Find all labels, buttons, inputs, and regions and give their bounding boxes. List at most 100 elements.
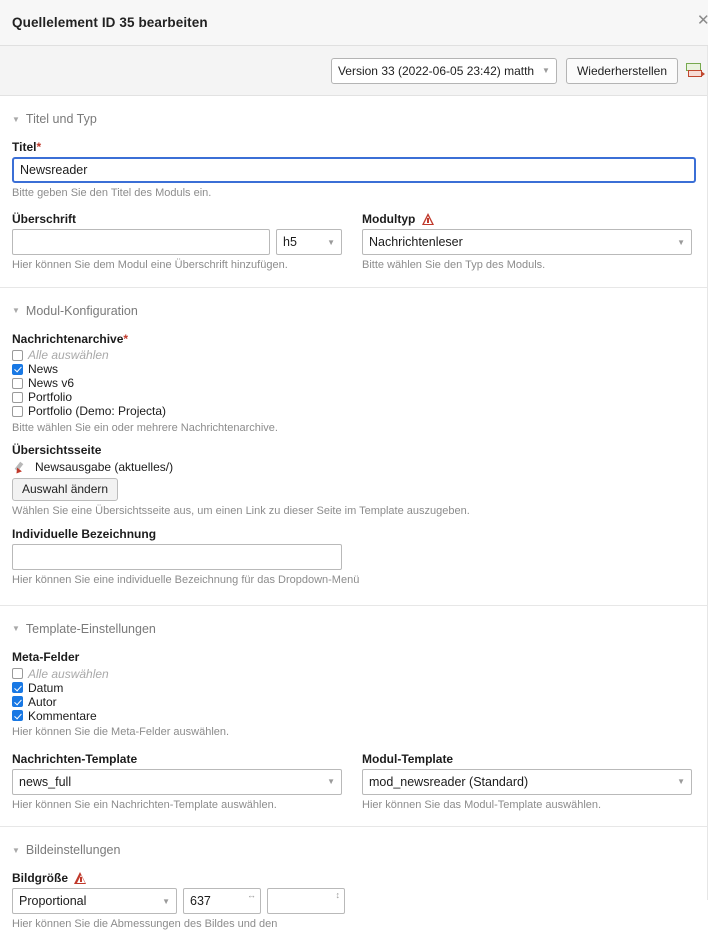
section-legend-modul-konfiguration[interactable]: ▼ Modul-Konfiguration <box>12 288 696 324</box>
bildgroesse-width-input[interactable] <box>183 888 261 915</box>
section-legend-label: Bildeinstellungen <box>25 843 121 858</box>
section-modul-konfiguration: ▼ Modul-Konfiguration Nachrichtenarchive… <box>0 288 708 606</box>
chevron-down-icon: ▼ <box>12 306 20 316</box>
bildgroesse-height-wrap: ↕ <box>267 888 345 915</box>
close-icon[interactable]: ✕ <box>697 14 708 28</box>
section-legend-label: Titel und Typ <box>25 112 97 126</box>
chevron-down-icon: ▼ <box>327 237 335 247</box>
individuelle-bezeichnung-label: Individuelle Bezeichnung <box>12 526 157 541</box>
required-marker: * <box>36 140 42 154</box>
bildgroesse-height-input[interactable] <box>267 888 345 915</box>
list-item-label: Kommentare <box>28 708 97 723</box>
list-item[interactable]: Autor <box>12 695 696 709</box>
section-legend-label: Modul-Konfiguration <box>25 303 138 318</box>
restore-version-button[interactable]: Wiederherstellen <box>565 57 678 84</box>
ueberschrift-tag-select[interactable]: h5 ▼ <box>276 229 342 256</box>
nachrichtenarchive-checkbox-list: Alle auswählen News News v6 Portfolio Po… <box>12 348 696 419</box>
checkbox-unchecked-icon[interactable] <box>12 349 23 361</box>
titel-label: Titel* <box>12 140 696 154</box>
change-selection-button[interactable]: Auswahl ändern <box>12 478 119 502</box>
chevron-down-icon: ▼ <box>162 896 170 906</box>
checkbox-checked-icon[interactable] <box>12 710 23 722</box>
window-title: Quellelement ID 35 bearbeiten <box>12 15 208 30</box>
bildgroesse-inputs: Proportional ▼ ↔ ↕ <box>12 888 696 915</box>
list-item[interactable]: Alle auswählen <box>12 667 696 681</box>
ueberschrift-input[interactable] <box>12 229 270 256</box>
list-item[interactable]: News v6 <box>12 376 696 390</box>
section-legend-label: Template-Einstellungen <box>25 621 156 636</box>
uebersichtsseite-help: Wählen Sie eine Übersichtsseite aus, um … <box>12 505 470 518</box>
list-item[interactable]: Alle auswählen <box>12 348 696 363</box>
list-item-label: Datum <box>28 680 64 695</box>
ueberschrift-label: Überschrift <box>12 212 77 227</box>
checkbox-unchecked-icon[interactable] <box>12 668 23 680</box>
titel-help: Bitte geben Sie den Titel des Moduls ein… <box>12 187 212 199</box>
meta-felder-label: Meta-Felder <box>12 649 80 664</box>
section-legend-template-einstellungen[interactable]: ▼ Template-Einstellungen <box>12 606 696 642</box>
list-item[interactable]: Portfolio <box>12 390 696 405</box>
list-item[interactable]: News <box>12 362 696 376</box>
checkbox-checked-icon[interactable] <box>12 696 23 708</box>
checkbox-checked-icon[interactable] <box>12 363 23 375</box>
ueberschrift-tag-value: h5 <box>283 235 297 250</box>
chevron-down-icon: ▼ <box>542 66 550 75</box>
pencil-icon <box>14 461 27 476</box>
ueberschrift-help: Hier können Sie dem Modul eine Überschri… <box>12 259 288 272</box>
titel-input[interactable] <box>12 157 696 183</box>
nachrichtenarchive-label: Nachrichtenarchive* <box>12 332 696 346</box>
nachrichten-template-help: Hier können Sie ein Nachrichten-Template… <box>12 798 277 811</box>
section-legend-bildeinstellungen[interactable]: ▼ Bildeinstellungen <box>12 827 696 863</box>
compare-versions-icon[interactable] <box>686 63 705 78</box>
uebersichtsseite-label: Übersichtsseite <box>12 443 102 458</box>
bildgroesse-mode-value: Proportional <box>19 894 87 909</box>
list-item-label: Portfolio <box>28 390 73 405</box>
section-bildeinstellungen: ▼ Bildeinstellungen Bildgröße Proportion… <box>0 827 708 931</box>
modultyp-select[interactable]: Nachrichtenleser ▼ <box>362 229 692 256</box>
checkbox-unchecked-icon[interactable] <box>12 405 23 417</box>
meta-felder-checkbox-list: Alle auswählen Datum Autor Kommentare <box>12 667 696 723</box>
warning-triangle-icon <box>421 213 435 226</box>
chevron-down-icon: ▼ <box>12 624 20 634</box>
version-select[interactable]: Version 33 (2022-06-05 23:42) matth ▼ <box>330 57 557 84</box>
field-uebersichtsseite: Übersichtsseite Newsausgabe (aktuelles/)… <box>12 443 696 518</box>
uebersichtsseite-selected-page: Newsausgabe (aktuelles/) <box>14 460 696 476</box>
list-item[interactable]: Portfolio (Demo: Projecta) <box>12 404 696 419</box>
individuelle-bezeichnung-input[interactable] <box>12 543 342 570</box>
nachrichtenarchive-help: Bitte wählen Sie ein oder mehrere Nachri… <box>12 422 278 435</box>
field-nachrichten-template: Nachrichten-Template news_full ▼ Hier kö… <box>12 744 342 812</box>
modultyp-help: Bitte wählen Sie den Typ des Moduls. <box>362 259 546 272</box>
field-ueberschrift: Überschrift h5 ▼ Hier können Sie dem Mod… <box>12 204 342 272</box>
nachrichten-template-select[interactable]: news_full ▼ <box>12 768 342 795</box>
section-legend-titel-und-typ[interactable]: ▼ Titel und Typ <box>12 96 696 132</box>
window-titlebar: Quellelement ID 35 bearbeiten ✕ <box>0 0 708 46</box>
modultyp-label: Modultyp <box>362 212 692 226</box>
modul-template-value: mod_newsreader (Standard) <box>369 774 529 789</box>
chevron-down-icon: ▼ <box>12 114 20 124</box>
warning-triangle-icon <box>74 872 87 885</box>
modul-template-help: Hier können Sie das Modul-Template auswä… <box>362 798 602 811</box>
list-item[interactable]: Kommentare <box>12 709 696 723</box>
modul-template-select[interactable]: mod_newsreader (Standard) ▼ <box>362 768 692 795</box>
bildgroesse-label-text: Bildgröße <box>12 871 68 886</box>
row-templates: Nachrichten-Template news_full ▼ Hier kö… <box>12 744 696 812</box>
chevron-down-icon: ▼ <box>327 777 335 787</box>
checkbox-unchecked-icon[interactable] <box>12 391 23 403</box>
titel-label-text: Titel <box>12 140 37 154</box>
list-item-label: Alle auswählen <box>28 348 109 363</box>
list-item-label: Alle auswählen <box>28 666 109 681</box>
checkbox-unchecked-icon[interactable] <box>12 377 23 389</box>
chevron-down-icon: ▼ <box>12 845 20 855</box>
list-item[interactable]: Datum <box>12 681 696 695</box>
version-toolbar: Version 33 (2022-06-05 23:42) matth ▼ Wi… <box>0 46 708 96</box>
nachrichtenarchive-label-text: Nachrichtenarchive <box>12 331 124 346</box>
checkbox-checked-icon[interactable] <box>12 682 23 694</box>
bildgroesse-mode-select[interactable]: Proportional ▼ <box>12 888 177 915</box>
list-item-label: Portfolio (Demo: Projecta) <box>28 404 167 419</box>
field-modultyp: Modultyp Nachrichtenleser ▼ Bitte wählen… <box>362 204 692 272</box>
list-item-label: Autor <box>28 694 57 709</box>
section-titel-und-typ: ▼ Titel und Typ Titel* Bitte geben Sie d… <box>0 96 708 288</box>
modul-template-label: Modul-Template <box>362 751 454 766</box>
required-marker: * <box>123 331 129 346</box>
individuelle-bezeichnung-help: Hier können Sie eine individuelle Bezeic… <box>12 573 360 586</box>
meta-felder-help: Hier können Sie die Meta-Felder auswähle… <box>12 726 230 739</box>
